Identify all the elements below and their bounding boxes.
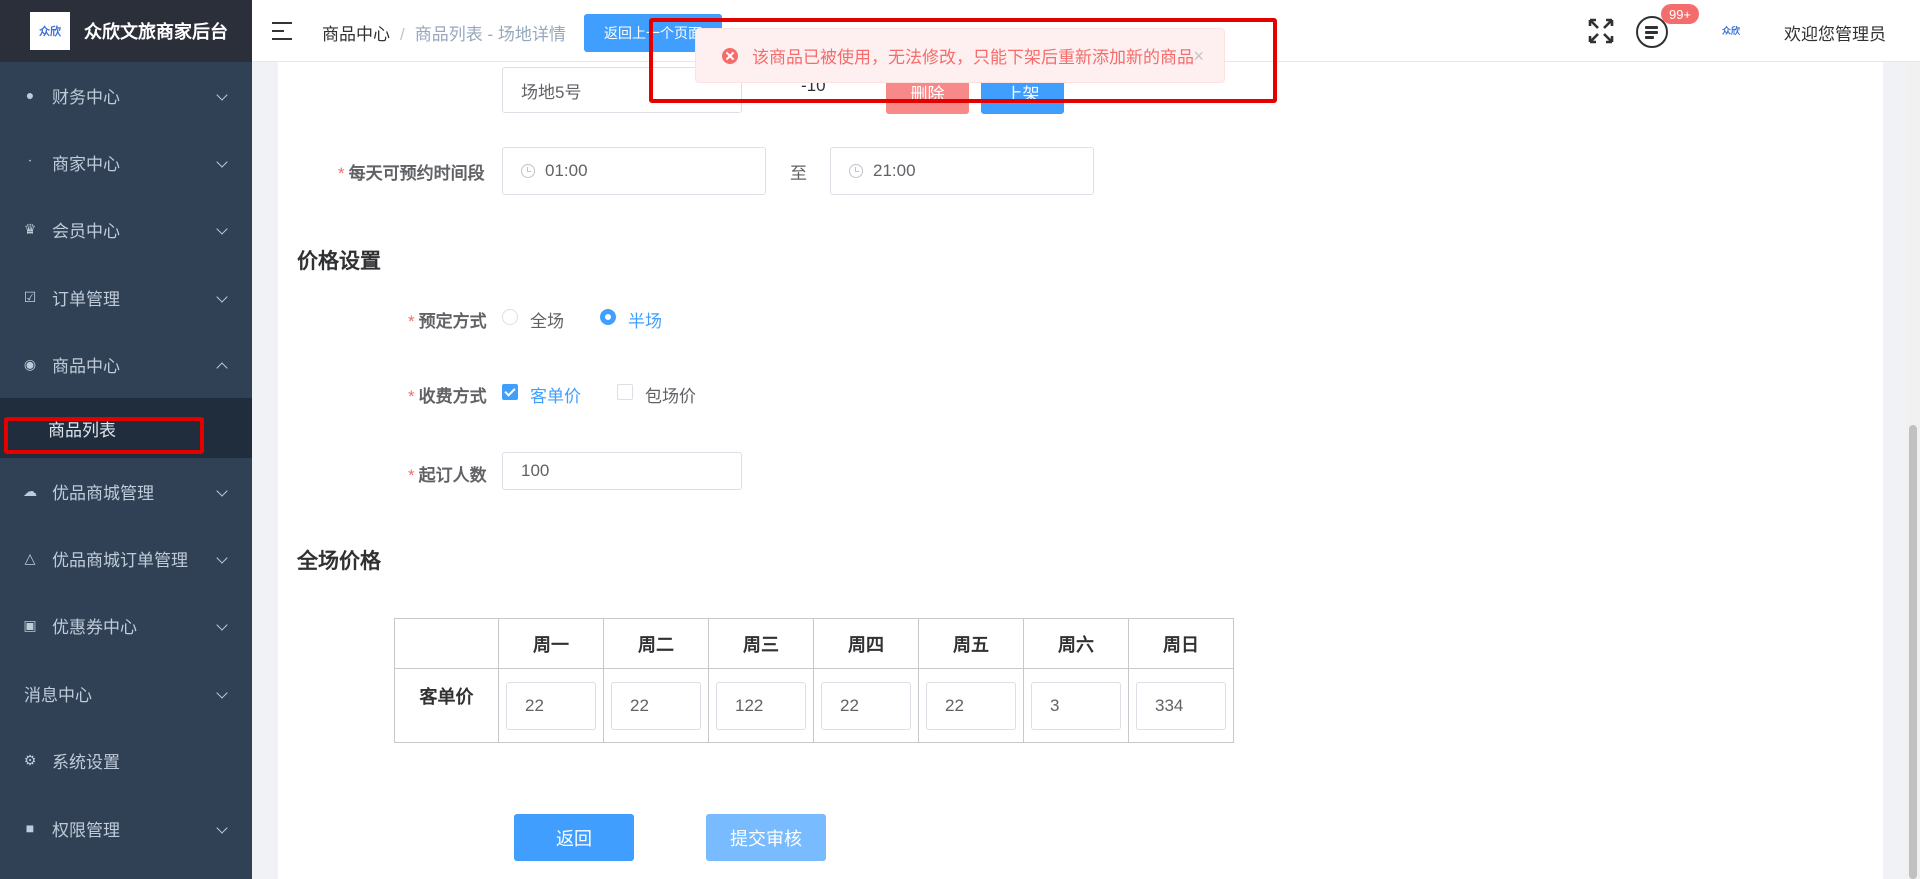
day-header: 周日 [1128, 618, 1234, 669]
checkbox-per-person-label[interactable]: 客单价 [530, 382, 581, 407]
chevron-down-icon [216, 822, 228, 834]
sidebar-item-finance[interactable]: ● 财务中心 [0, 62, 252, 128]
day-header: 周二 [603, 618, 709, 669]
min-people-label: * 起订人数 [408, 466, 487, 485]
price-input-sat[interactable]: 3 [1031, 681, 1121, 730]
fullscreen-icon[interactable] [1587, 17, 1615, 45]
gear-icon: ⚙ [23, 751, 37, 768]
ticket-icon: ▣ [23, 616, 37, 633]
min-people-input[interactable]: 100 [502, 452, 742, 490]
checkbox-private-booking[interactable] [617, 384, 633, 400]
radio-full-court-label[interactable]: 全场 [530, 307, 564, 332]
sidebar-item-settings[interactable]: ⚙ 系统设置 [0, 727, 252, 793]
price-input-tue[interactable]: 22 [611, 681, 701, 730]
day-header: 周六 [1023, 618, 1129, 669]
merchant-logo: 众欣 [1722, 26, 1741, 36]
day-header: 周三 [708, 618, 814, 669]
highlight-box-toast [649, 18, 1277, 103]
time-slot-label: * 每天可预约时间段 [338, 164, 485, 183]
full-price-title: 全场价格 [297, 550, 381, 573]
sidebar-item-member[interactable]: ♛ 会员中心 [0, 196, 252, 262]
chevron-down-icon [216, 223, 228, 235]
day-header: 周四 [813, 618, 919, 669]
lock-icon: ■ [25, 820, 35, 836]
table-corner-cell [394, 618, 499, 669]
sidebar-item-messages[interactable]: 消息中心 [0, 660, 252, 726]
price-input-mon[interactable]: 22 [506, 681, 596, 730]
day-header: 周一 [498, 618, 604, 669]
scrollbar-thumb[interactable] [1909, 425, 1917, 879]
sidebar-item-coupons[interactable]: ▣ 优惠券中心 [0, 592, 252, 658]
price-input-thu[interactable]: 22 [821, 681, 911, 730]
money-bag-icon: ● [25, 87, 35, 103]
dot-icon: • [28, 159, 32, 165]
chevron-down-icon [216, 687, 228, 699]
chevron-down-icon [216, 619, 228, 631]
table-header-row: 周一 周二 周三 周四 周五 周六 周日 [394, 618, 1234, 669]
sidebar-item-merchant[interactable]: • 商家中心 [0, 129, 252, 195]
back-button[interactable]: 返回 [514, 814, 634, 861]
chevron-down-icon [216, 291, 228, 303]
breadcrumb: 商品中心 / 商品列表 - 场地详情 [322, 25, 566, 44]
day-header: 周五 [918, 618, 1024, 669]
sidebar-item-permissions[interactable]: ■ 权限管理 [0, 795, 252, 861]
app-logo: 众欣 [30, 12, 70, 50]
radio-half-court[interactable] [600, 309, 616, 325]
price-table: 周一 周二 周三 周四 周五 周六 周日 客单价 22 22 122 22 22… [394, 618, 1234, 743]
table-row: 客单价 22 22 122 22 22 3 334 [394, 668, 1234, 743]
message-count-badge: 99+ [1661, 4, 1699, 24]
sidebar-item-orders[interactable]: ☑ 订单管理 [0, 264, 252, 330]
booking-method-label: * 预定方式 [408, 312, 487, 331]
radio-full-court[interactable] [502, 309, 518, 325]
price-input-sun[interactable]: 334 [1136, 681, 1226, 730]
submit-review-button[interactable]: 提交审核 [706, 814, 826, 861]
clock-icon [521, 164, 535, 178]
chevron-down-icon [216, 89, 228, 101]
price-input-fri[interactable]: 22 [926, 681, 1016, 730]
crown-icon: ♛ [23, 220, 37, 237]
chevron-down-icon [216, 552, 228, 564]
bag-icon: ◉ [23, 355, 37, 372]
checkbox-private-booking-label[interactable]: 包场价 [645, 382, 696, 407]
price-settings-title: 价格设置 [297, 250, 381, 273]
charge-method-label: * 收费方式 [408, 387, 487, 406]
row-label: 客单价 [394, 668, 499, 743]
time-range-separator: 至 [790, 164, 807, 183]
sidebar-item-mall[interactable]: ☁ 优品商城管理 [0, 458, 252, 524]
checkbox-per-person[interactable] [502, 384, 518, 400]
logo-area: 众欣 众欣文旅商家后台 [0, 0, 252, 62]
price-input-wed[interactable]: 122 [716, 681, 806, 730]
chevron-down-icon [216, 485, 228, 497]
highlight-box-submenu [4, 417, 204, 454]
breadcrumb-current: 商品列表 - 场地详情 [414, 25, 566, 44]
cloud-icon: ☁ [23, 482, 37, 499]
breadcrumb-item[interactable]: 商品中心 [322, 25, 390, 44]
chevron-up-icon [216, 362, 228, 374]
menu-toggle-icon[interactable] [272, 22, 292, 40]
welcome-text[interactable]: 欢迎您管理员 [1784, 20, 1886, 45]
clipboard-icon: ☑ [23, 288, 37, 305]
cone-icon: △ [24, 549, 36, 566]
chevron-down-icon [216, 156, 228, 168]
radio-half-court-label[interactable]: 半场 [628, 307, 662, 332]
start-time-input[interactable]: 01:00 [502, 147, 766, 195]
end-time-input[interactable]: 21:00 [830, 147, 1094, 195]
sidebar-item-products[interactable]: ◉ 商品中心 [0, 331, 252, 397]
clock-icon [849, 164, 863, 178]
app-title: 众欣文旅商家后台 [84, 22, 228, 42]
sidebar-item-mall-orders[interactable]: △ 优品商城订单管理 [0, 525, 252, 591]
